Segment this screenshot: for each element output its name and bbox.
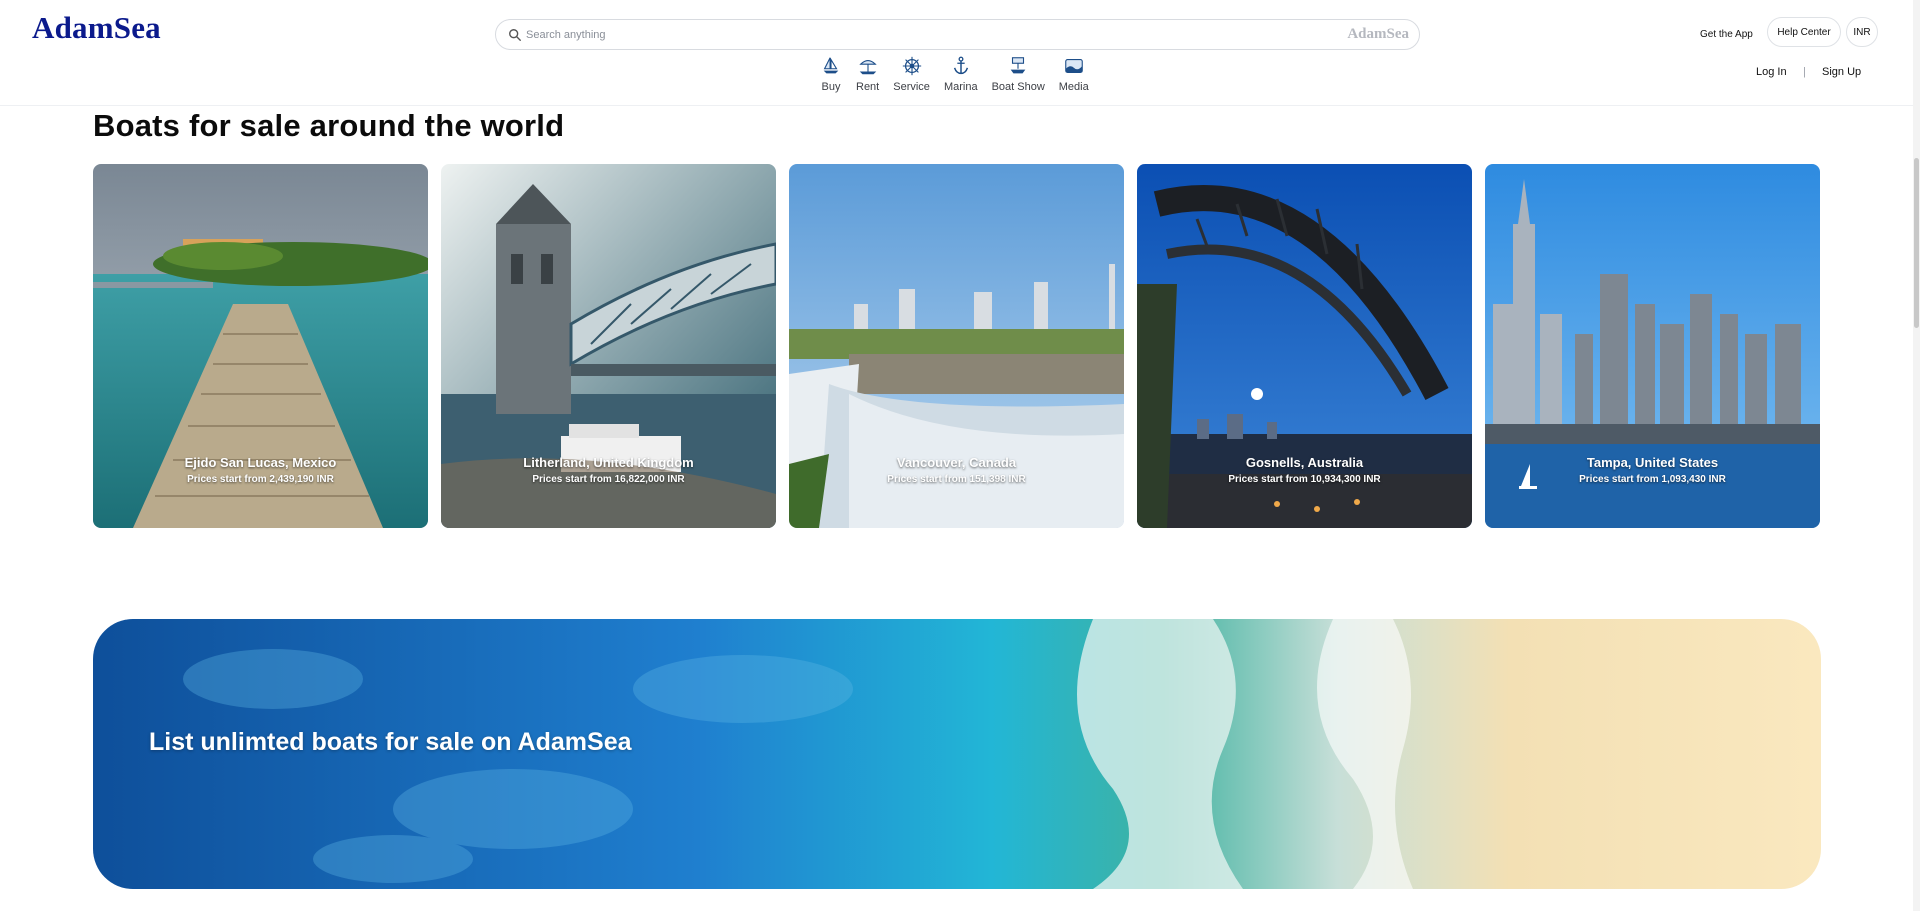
nav-item-boat-show[interactable]: Boat Show (992, 55, 1045, 99)
ship-wheel-icon (902, 56, 921, 76)
nav-item-rent[interactable]: Rent (856, 55, 879, 99)
city-name: Litherland, United Kingdom (523, 455, 694, 470)
city-price: Prices start from 16,822,000 INR (532, 474, 685, 485)
city-price: Prices start from 1,093,430 INR (1579, 474, 1726, 485)
nav-item-marina[interactable]: Marina (944, 55, 978, 99)
city-card-caption: Gosnells, Australia Prices start from 10… (1137, 455, 1472, 485)
city-card[interactable]: Litherland, United Kingdom Prices start … (441, 164, 776, 528)
login-link[interactable]: Log In (1756, 66, 1787, 78)
city-card-caption: Tampa, United States Prices start from 1… (1485, 455, 1820, 485)
nav-item-media[interactable]: Media (1059, 55, 1089, 99)
site-header: AdamSea AdamSea Buy Rent (0, 0, 1920, 106)
help-center-button[interactable]: Help Center (1767, 17, 1841, 47)
city-card[interactable]: Vancouver, Canada Prices start from 151,… (789, 164, 1124, 528)
get-the-app-link[interactable]: Get the App (1700, 29, 1753, 40)
page-scrollbar[interactable] (1913, 0, 1920, 911)
scrollbar-thumb[interactable] (1914, 158, 1919, 328)
nav-item-buy[interactable]: Buy (820, 55, 842, 99)
city-name: Gosnells, Australia (1245, 455, 1364, 470)
search-bar[interactable]: AdamSea (495, 19, 1420, 50)
boat-show-icon (1010, 57, 1026, 74)
city-cards: Ejido San Lucas, Mexico Prices start fro… (93, 164, 1821, 528)
currency-button[interactable]: INR (1846, 17, 1878, 47)
sailboat-icon (823, 57, 839, 74)
city-card-caption: Ejido San Lucas, Mexico Prices start fro… (93, 455, 428, 485)
city-name: Ejido San Lucas, Mexico (184, 455, 337, 470)
city-name: Vancouver, Canada (896, 455, 1017, 470)
city-card-caption: Litherland, United Kingdom Prices start … (441, 455, 776, 485)
city-price: Prices start from 10,934,300 INR (1228, 474, 1381, 485)
city-price: Prices start from 2,439,190 INR (187, 474, 334, 485)
beach-umbrella-icon (858, 59, 877, 75)
auth-separator: | (1803, 66, 1806, 78)
city-price: Prices start from 151,398 INR (887, 474, 1026, 485)
city-card[interactable]: Tampa, United States Prices start from 1… (1485, 164, 1820, 528)
media-icon (1064, 59, 1083, 73)
banner-headline: List unlimted boats for sale on AdamSea (149, 728, 632, 756)
nav-item-service[interactable]: Service (893, 55, 930, 99)
category-nav: Buy Rent Service Marina Boat Show Media (820, 55, 1103, 99)
search-icon (509, 29, 521, 41)
signup-link[interactable]: Sign Up (1822, 66, 1861, 78)
section-title: Boats for sale around the world (93, 108, 565, 143)
search-brand-label: AdamSea (1347, 26, 1409, 42)
city-card[interactable]: Gosnells, Australia Prices start from 10… (1137, 164, 1472, 528)
city-card-caption: Vancouver, Canada Prices start from 151,… (789, 455, 1124, 485)
city-name: Tampa, United States (1586, 455, 1719, 470)
list-boats-banner[interactable]: List unlimted boats for sale on AdamSea (93, 619, 1821, 889)
adamsea-logo[interactable]: AdamSea (32, 10, 161, 46)
city-card[interactable]: Ejido San Lucas, Mexico Prices start fro… (93, 164, 428, 528)
anchor-icon (953, 56, 968, 75)
search-input[interactable] (526, 24, 1326, 46)
